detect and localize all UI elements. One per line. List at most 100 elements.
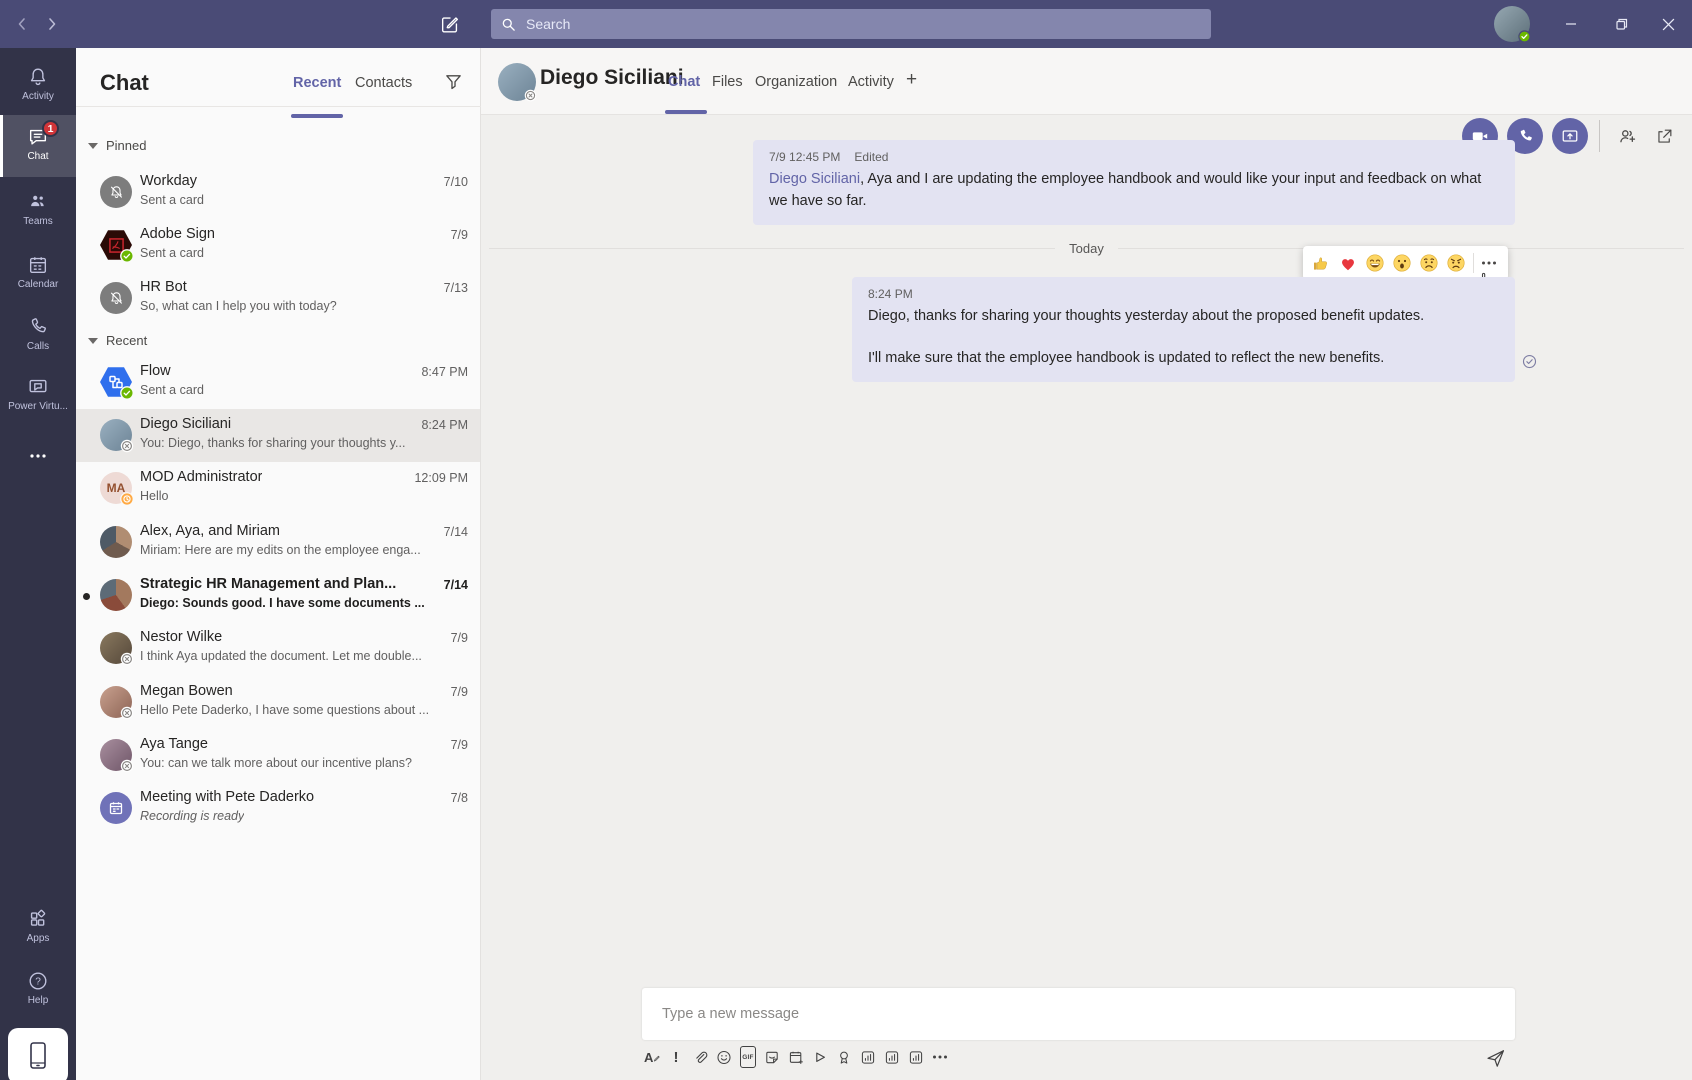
search-input[interactable]	[524, 15, 1201, 33]
section-pinned[interactable]: Pinned	[88, 138, 146, 153]
rail-item-calls[interactable]: Calls	[0, 308, 76, 364]
app-rail: Activity 1 Chat Teams Calendar Calls Pow…	[0, 48, 76, 1080]
schedule-meeting-icon[interactable]	[788, 1046, 804, 1068]
priority-icon[interactable]: !	[668, 1046, 684, 1068]
rail-label: Activity	[0, 91, 76, 102]
message-timestamp: 8:24 PM	[868, 287, 913, 301]
section-recent[interactable]: Recent	[88, 333, 147, 348]
tab-recent[interactable]: Recent	[293, 75, 341, 91]
more-reactions-icon[interactable]	[1481, 260, 1497, 266]
active-tab-underline	[665, 110, 707, 114]
more-apps-icon[interactable]	[932, 1046, 948, 1068]
section-label: Recent	[106, 333, 147, 348]
chat-list-item-megan-bowen[interactable]: Megan Bowen Hello Pete Daderko, I have s…	[76, 676, 480, 729]
close-button[interactable]	[1645, 0, 1692, 48]
restore-icon	[1615, 17, 1629, 31]
message-sent[interactable]: 7/9 12:45 PM Edited Diego Siciliani, Aya…	[753, 140, 1515, 225]
minimize-button[interactable]	[1547, 0, 1594, 48]
search-box	[491, 9, 1211, 39]
surprised-reaction-icon[interactable]	[1392, 253, 1412, 273]
maximize-button[interactable]	[1598, 0, 1645, 48]
forward-button[interactable]	[38, 0, 66, 48]
section-label: Pinned	[106, 138, 146, 153]
share-screen-button[interactable]	[1552, 118, 1588, 154]
rail-item-teams[interactable]: Teams	[0, 183, 76, 239]
chat-list-item-mod-administrator[interactable]: MA MOD Administrator Hello 12:09 PM	[76, 462, 480, 515]
forms-app-icon[interactable]	[884, 1046, 900, 1068]
chat-list-item-meeting-pete-daderko[interactable]: Meeting with Pete Daderko Recording is r…	[76, 782, 480, 835]
chat-list-item-nestor-wilke[interactable]: Nestor Wilke I think Aya updated the doc…	[76, 622, 480, 675]
tab-chat[interactable]: Chat	[668, 74, 700, 90]
forms-app-icon[interactable]	[908, 1046, 924, 1068]
angry-reaction-icon[interactable]	[1446, 253, 1466, 273]
chat-list-item-workday[interactable]: Workday Sent a card 7/10	[76, 166, 480, 219]
tab-files[interactable]: Files	[712, 74, 743, 90]
user-avatar[interactable]	[1494, 6, 1530, 42]
attach-icon[interactable]	[692, 1046, 708, 1068]
rail-more-button[interactable]	[0, 443, 76, 477]
chat-list-item-flow[interactable]: Flow Sent a card 8:47 PM	[76, 356, 480, 409]
chat-list-item-hr-bot[interactable]: HR Bot So, what can I help you with toda…	[76, 272, 480, 325]
rail-item-help[interactable]: ? Help	[0, 962, 76, 1018]
emoji-icon[interactable]	[716, 1046, 732, 1068]
message-meta: 7/9 12:45 PM Edited	[769, 150, 1499, 164]
filter-button[interactable]	[444, 72, 463, 91]
laugh-reaction-icon[interactable]	[1365, 253, 1385, 273]
chat-list-item-adobe-sign[interactable]: Adobe Sign Sent a card 7/9	[76, 219, 480, 272]
sad-reaction-icon[interactable]	[1419, 253, 1439, 273]
like-reaction-icon[interactable]	[1311, 253, 1331, 273]
chat-list-item-aya-tange[interactable]: Aya Tange You: can we talk more about ou…	[76, 729, 480, 782]
format-icon[interactable]: A	[644, 1046, 660, 1068]
group-avatar	[100, 526, 132, 558]
back-button[interactable]	[8, 0, 36, 48]
open-new-window-button[interactable]	[1646, 118, 1682, 154]
compose-box	[642, 988, 1515, 1040]
peer-avatar[interactable]	[498, 63, 536, 101]
tab-contacts[interactable]: Contacts	[355, 75, 412, 91]
message-text: Diego, thanks for sharing your thoughts …	[868, 306, 1499, 328]
mention-link[interactable]: Diego Siciliani	[769, 171, 860, 187]
rail-label: Help	[0, 995, 76, 1006]
rail-item-activity[interactable]: Activity	[0, 58, 76, 114]
date-divider-label: Today	[1069, 241, 1104, 256]
tab-activity[interactable]: Activity	[848, 74, 894, 90]
add-tab-button[interactable]: +	[906, 69, 917, 91]
message-text: I'll make sure that the employee handboo…	[868, 348, 1499, 370]
tab-organization[interactable]: Organization	[755, 74, 837, 90]
stream-icon[interactable]	[812, 1046, 828, 1068]
rail-item-power-virtual-agents[interactable]: Power Virtu...	[0, 368, 76, 424]
message-sent[interactable]: 8:24 PM Diego, thanks for sharing your t…	[852, 277, 1515, 382]
group-avatar	[100, 579, 132, 611]
apps-icon	[0, 908, 76, 930]
chevron-right-icon	[44, 16, 60, 32]
heart-reaction-icon[interactable]	[1338, 253, 1358, 273]
chat-list-item-strategic-hr[interactable]: Strategic HR Management and Plan... Dieg…	[76, 569, 480, 622]
rail-item-chat[interactable]: 1 Chat	[0, 115, 76, 177]
praise-icon[interactable]	[836, 1046, 852, 1068]
add-people-button[interactable]	[1609, 118, 1645, 154]
help-icon: ?	[0, 970, 76, 992]
gif-icon[interactable]: GIF	[740, 1046, 756, 1068]
forms-app-icon[interactable]	[860, 1046, 876, 1068]
teams-icon	[0, 191, 76, 213]
chat-list-title: Chat	[100, 70, 149, 96]
message-input[interactable]	[660, 1005, 1497, 1023]
chat-list-item-alex-aya-miriam[interactable]: Alex, Aya, and Miriam Miriam: Here are m…	[76, 516, 480, 569]
bot-avatar	[100, 176, 132, 208]
meeting-avatar	[100, 792, 132, 824]
rail-item-calendar[interactable]: Calendar	[0, 246, 76, 302]
calls-icon	[0, 316, 76, 338]
power-virtual-agents-icon	[0, 376, 76, 398]
new-chat-button[interactable]	[432, 0, 468, 48]
sticker-icon[interactable]	[764, 1046, 780, 1068]
chat-list-item-diego-siciliani[interactable]: Diego Siciliani You: Diego, thanks for s…	[76, 409, 480, 462]
rail-item-apps[interactable]: Apps	[0, 900, 76, 956]
conversation-pane: Diego Siciliani Chat Files Organization …	[481, 48, 1692, 1080]
send-button[interactable]	[1485, 1048, 1506, 1069]
message-edited-label: Edited	[854, 150, 888, 164]
unread-dot	[83, 593, 90, 600]
presence-offline-badge	[120, 759, 134, 773]
mobile-app-button[interactable]	[8, 1028, 68, 1080]
message-text: Diego Siciliani, Aya and I are updating …	[769, 169, 1499, 213]
presence-offline-badge	[120, 652, 134, 666]
